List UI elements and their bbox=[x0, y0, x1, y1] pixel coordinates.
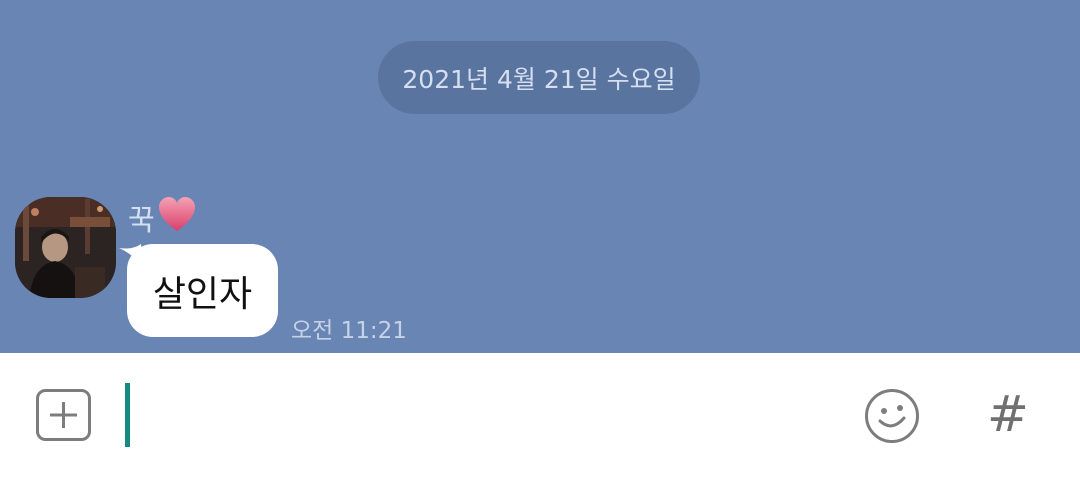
avatar-photo bbox=[15, 197, 116, 298]
text-cursor bbox=[125, 383, 130, 447]
message-input[interactable] bbox=[140, 383, 844, 449]
hashtag-button[interactable]: # bbox=[985, 386, 1031, 442]
emoji-button[interactable] bbox=[864, 388, 920, 444]
message-text: 살인자 bbox=[152, 273, 253, 315]
smiley-icon bbox=[865, 389, 919, 443]
message-bubble[interactable]: 살인자 bbox=[127, 244, 278, 337]
sender-name-row: 꾹 bbox=[128, 196, 197, 241]
chat-area: 2021년 4월 21일 수요일 꾹 살인자 오전 11:21 bbox=[0, 0, 1080, 353]
plus-square-icon bbox=[36, 389, 91, 441]
date-divider: 2021년 4월 21일 수요일 bbox=[378, 41, 700, 114]
message-timestamp: 오전 11:21 bbox=[291, 318, 407, 344]
heart-icon bbox=[157, 196, 197, 241]
avatar[interactable] bbox=[15, 197, 116, 298]
sender-name: 꾹 bbox=[128, 203, 155, 237]
attach-button[interactable] bbox=[36, 389, 91, 441]
